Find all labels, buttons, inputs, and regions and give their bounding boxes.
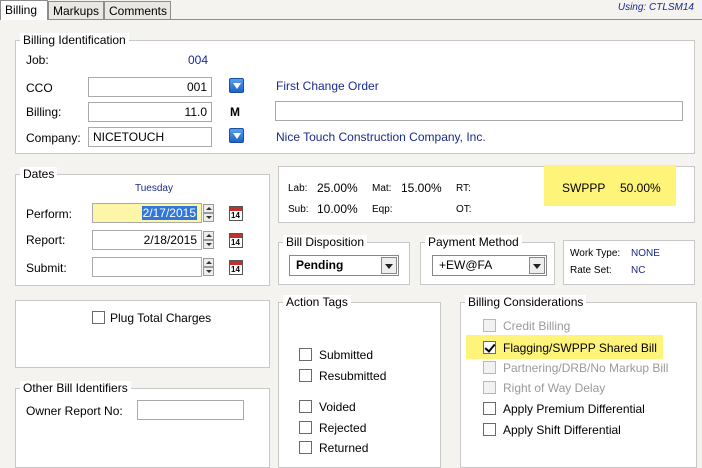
using-label: Using: CTLSM14 <box>617 2 694 13</box>
report-spinner[interactable] <box>203 231 214 249</box>
submit-date-input[interactable] <box>92 257 202 277</box>
rate-set-label: Rate Set: <box>570 265 612 276</box>
tab-markups[interactable]: Markups <box>48 1 104 19</box>
submitted-checkbox[interactable] <box>299 348 312 361</box>
company-input[interactable]: NICETOUCH <box>88 127 212 147</box>
swppp-value: 50.00% <box>620 181 661 195</box>
ot-label: OT: <box>456 204 472 215</box>
job-value: 004 <box>188 53 209 67</box>
report-label: Report: <box>26 233 66 247</box>
returned-checkbox[interactable] <box>299 441 312 454</box>
cco-lookup-icon[interactable] <box>229 78 244 93</box>
shift-differential-checkbox[interactable] <box>483 423 496 436</box>
returned-label: Returned <box>319 441 369 455</box>
chevron-down-icon[interactable] <box>381 257 397 274</box>
work-type-value: NONE <box>631 248 660 259</box>
billing-flag: M <box>230 105 240 119</box>
payment-method-title: Payment Method <box>425 235 522 249</box>
dates-title: Dates <box>20 167 58 181</box>
tab-billing[interactable]: Billing <box>0 0 48 20</box>
job-label: Job: <box>26 53 49 67</box>
sub-value: 10.00% <box>317 202 358 216</box>
mat-label: Mat: <box>372 183 392 194</box>
submit-calendar-icon[interactable]: 14 <box>229 260 243 275</box>
company-description: Nice Touch Construction Company, Inc. <box>276 130 486 144</box>
premium-differential-checkbox[interactable] <box>483 402 496 415</box>
eqp-label: Eqp: <box>372 204 393 215</box>
tab-bar: Billing Markups Comments Using: CTLSM14 <box>0 0 702 20</box>
report-date-input[interactable]: 2/18/2015 <box>92 230 202 250</box>
flagging-swppp-checkbox[interactable] <box>483 341 496 354</box>
company-lookup-icon[interactable] <box>229 128 244 143</box>
submit-spinner[interactable] <box>203 258 214 276</box>
credit-billing-label: Credit Billing <box>503 319 571 333</box>
plug-total-charges-label: Plug Total Charges <box>110 311 212 325</box>
perform-spinner[interactable] <box>203 204 214 222</box>
rt-label: RT: <box>456 183 471 194</box>
partnering-label: Partnering/DRB/No Markup Bill <box>503 361 669 375</box>
voided-label: Voided <box>319 400 356 414</box>
cco-input[interactable]: 001 <box>88 77 212 97</box>
sub-label: Sub: <box>288 204 309 215</box>
action-tags-title: Action Tags <box>283 295 351 309</box>
right-of-way-checkbox[interactable] <box>483 381 496 394</box>
bill-disposition-title: Bill Disposition <box>283 235 368 249</box>
work-type-label: Work Type: <box>570 248 621 259</box>
right-of-way-label: Right of Way Delay <box>503 381 606 395</box>
other-bill-identifiers-title: Other Bill Identifiers <box>20 381 131 395</box>
work-info-panel <box>563 240 695 285</box>
resubmitted-checkbox[interactable] <box>299 369 312 382</box>
credit-billing-checkbox[interactable] <box>483 319 496 332</box>
submit-label: Submit: <box>26 261 67 275</box>
perform-calendar-icon[interactable]: 14 <box>229 206 243 221</box>
payment-method-select[interactable]: +EW@FA <box>432 255 547 276</box>
cco-description: First Change Order <box>276 79 379 93</box>
mat-value: 15.00% <box>401 181 442 195</box>
tab-comments[interactable]: Comments <box>104 1 171 19</box>
billing-description-input[interactable] <box>275 101 683 121</box>
submitted-label: Submitted <box>319 348 374 362</box>
owner-report-input[interactable] <box>137 400 244 420</box>
lab-value: 25.00% <box>317 181 358 195</box>
lab-label: Lab: <box>288 183 308 194</box>
flagging-swppp-label: Flagging/SWPPP Shared Bill <box>503 341 657 355</box>
shift-differential-label: Apply Shift Differential <box>503 423 621 437</box>
cco-label: CCO <box>26 81 53 95</box>
voided-checkbox[interactable] <box>299 400 312 413</box>
weekday-label: Tuesday <box>135 183 173 194</box>
chevron-down-icon[interactable] <box>529 257 545 274</box>
perform-date-input[interactable]: 2/17/2015 <box>92 203 202 223</box>
billing-input[interactable]: 11.0 <box>88 102 212 122</box>
swppp-label: SWPPP <box>562 181 606 195</box>
report-calendar-icon[interactable]: 14 <box>229 233 243 248</box>
premium-differential-label: Apply Premium Differential <box>503 402 645 416</box>
billing-considerations-title: Billing Considerations <box>465 295 587 309</box>
billing-identification-title: Billing Identification <box>20 33 129 47</box>
rejected-label: Rejected <box>319 421 367 435</box>
perform-label: Perform: <box>26 207 73 221</box>
resubmitted-label: Resubmitted <box>319 369 387 383</box>
billing-label: Billing: <box>26 105 62 119</box>
bill-disposition-select[interactable]: Pending <box>289 255 399 276</box>
owner-report-label: Owner Report No: <box>26 404 123 418</box>
rate-set-value: NC <box>631 265 646 276</box>
plug-total-charges-checkbox[interactable] <box>92 311 105 324</box>
tab-divider <box>0 19 702 20</box>
company-label: Company: <box>26 131 81 145</box>
rejected-checkbox[interactable] <box>299 421 312 434</box>
partnering-checkbox[interactable] <box>483 361 496 374</box>
